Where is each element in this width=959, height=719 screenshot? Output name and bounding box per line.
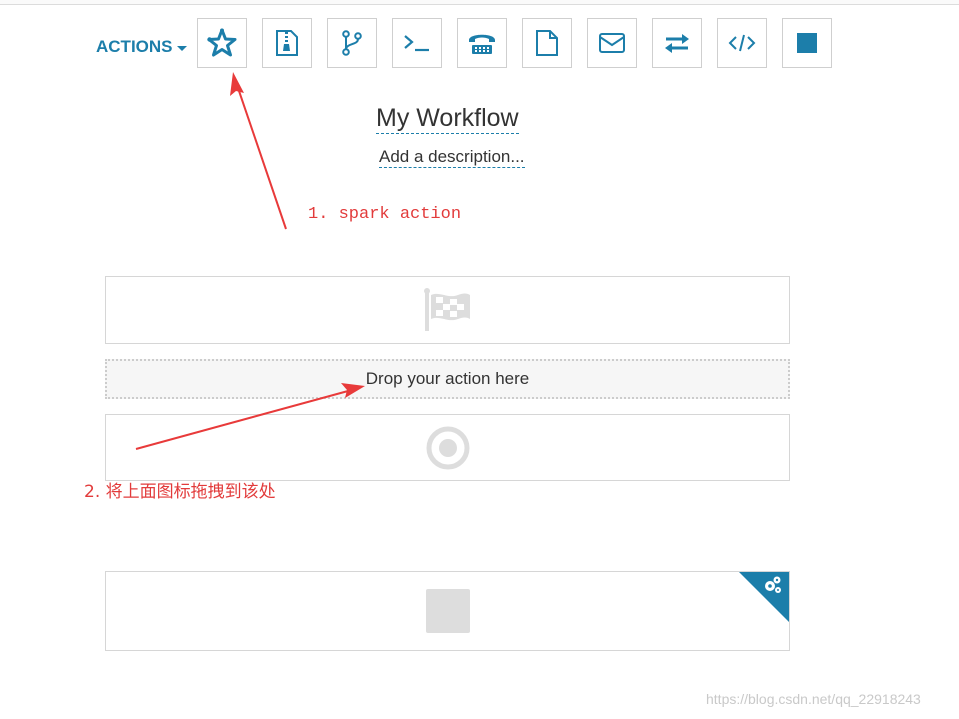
spark-action-button[interactable]	[197, 18, 247, 68]
stop-square-icon	[797, 33, 817, 53]
email-action-button[interactable]	[587, 18, 637, 68]
watermark: https://blog.csdn.net/qq_22918243	[706, 691, 921, 707]
document-action-button[interactable]	[522, 18, 572, 68]
code-icon	[728, 34, 756, 52]
end-node	[105, 414, 790, 481]
start-node	[105, 276, 790, 344]
flag-icon	[423, 288, 470, 331]
exchange-arrows-icon	[665, 34, 689, 53]
kill-node	[105, 571, 790, 651]
target-circle-icon	[426, 426, 469, 469]
file-archive-icon	[276, 30, 298, 56]
shell-action-button[interactable]	[392, 18, 442, 68]
distcp-action-button[interactable]	[652, 18, 702, 68]
actions-label: ACTIONS	[96, 37, 173, 56]
spark-star-icon	[207, 28, 237, 57]
file-icon	[536, 30, 558, 56]
annotation-step-1: 1. spark action	[308, 205, 462, 224]
ssh-action-button[interactable]	[457, 18, 507, 68]
arrow-to-spark-icon	[230, 72, 287, 230]
git-fork-icon	[342, 30, 362, 56]
top-border	[0, 0, 959, 5]
code-action-button[interactable]	[717, 18, 767, 68]
actions-dropdown[interactable]: ACTIONS	[96, 37, 187, 57]
workflow-title[interactable]: My Workflow	[376, 104, 519, 134]
kill-settings-corner[interactable]	[739, 572, 789, 622]
workflow-description[interactable]: Add a description...	[379, 147, 525, 168]
archive-action-button[interactable]	[262, 18, 312, 68]
generic-action-button[interactable]	[782, 18, 832, 68]
telephone-icon	[469, 34, 495, 54]
action-dropzone[interactable]: Drop your action here	[105, 359, 790, 399]
envelope-icon	[599, 33, 625, 53]
fork-action-button[interactable]	[327, 18, 377, 68]
annotation-step-2: 2. 将上面图标拖拽到该处	[84, 482, 276, 502]
dropzone-label: Drop your action here	[365, 369, 530, 388]
caret-down-icon	[176, 45, 187, 51]
workflow-editor-page: ACTIONS My Workflow Add a description...…	[0, 0, 959, 719]
square-icon	[425, 589, 470, 633]
terminal-prompt-icon	[404, 35, 429, 52]
